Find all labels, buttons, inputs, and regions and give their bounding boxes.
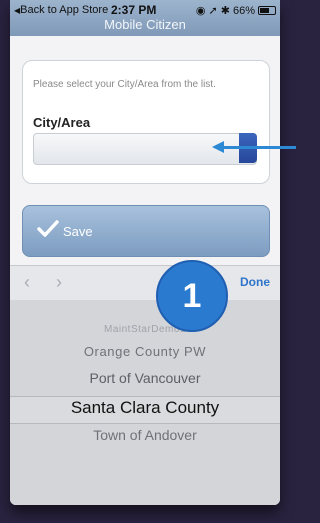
picker-option[interactable]: Town of Andover: [10, 427, 280, 443]
bluetooth-icon: ✱: [220, 5, 230, 17]
picker-option[interactable]: Port of Vancouver: [10, 370, 280, 386]
step-number-badge: 1: [156, 260, 228, 332]
city-select-card: Please select your City/Area from the li…: [22, 60, 270, 184]
picker-option-selected[interactable]: Santa Clara County: [10, 398, 280, 418]
status-indicators: ◉ ➚ ✱ 66%: [196, 4, 276, 17]
back-to-app-store-link[interactable]: ◀Back to App Store: [14, 4, 108, 16]
picker-option[interactable]: Orange County PW: [10, 344, 280, 359]
save-button[interactable]: Save: [22, 205, 270, 257]
done-button[interactable]: Done: [240, 275, 270, 289]
back-label: Back to App Store: [20, 4, 109, 16]
location-icon: ◉: [195, 5, 206, 17]
previous-field-icon[interactable]: ‹: [24, 273, 38, 291]
battery-percent: 66%: [232, 4, 255, 17]
battery-fill: [260, 8, 269, 13]
status-time: 2:37 PM: [111, 3, 157, 17]
instruction-text: Please select your City/Area from the li…: [33, 79, 216, 90]
city-area-label: City/Area: [33, 115, 91, 130]
navigation-arrow-icon: ➚: [208, 5, 218, 17]
app-header: ◀Back to App Store 2:37 PM ◉ ➚ ✱ 66% Mob…: [10, 0, 280, 36]
picker-option[interactable]: MaintStarDemo1: [10, 324, 280, 335]
save-label: Save: [63, 224, 93, 239]
phone-screen: ◀Back to App Store 2:37 PM ◉ ➚ ✱ 66% Mob…: [10, 0, 280, 505]
check-icon: [37, 220, 59, 237]
city-picker-wheel[interactable]: MaintStarDemo1 Orange County PW Port of …: [10, 300, 280, 505]
picker-toolbar: ‹ › Done: [10, 265, 280, 300]
annotation-arrowhead-icon: [212, 141, 224, 153]
next-field-icon[interactable]: ›: [56, 273, 70, 291]
app-title: Mobile Citizen: [104, 17, 186, 32]
battery-icon: [258, 6, 276, 15]
annotation-arrow-icon: [222, 146, 296, 149]
